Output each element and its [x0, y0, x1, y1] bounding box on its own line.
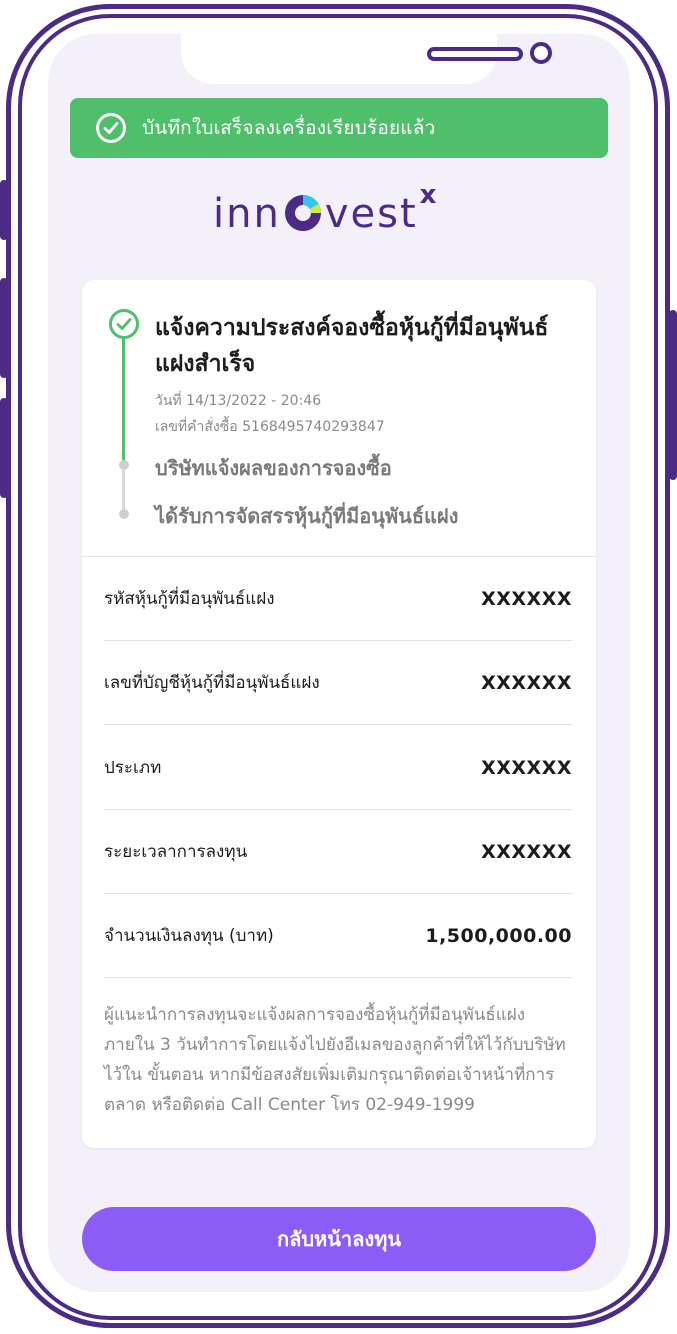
- toast-message: บันทึกใบเสร็จลงเครื่องเรียบร้อยแล้ว: [142, 117, 436, 139]
- order-number: เลขที่คำสั่งซื้อ 5168495740293847: [155, 419, 385, 435]
- detail-row: ประเภท XXXXXX: [104, 726, 572, 810]
- detail-value: XXXXXX: [481, 840, 572, 863]
- timeline-progress-line: [122, 322, 125, 464]
- phone-notch: [181, 34, 552, 84]
- detail-label: รหัสหุ้นกู้ที่มีอนุพันธ์แฝง: [104, 589, 275, 609]
- status-title: แจ้งความประสงค์จองซื้อหุ้นกู้ที่มีอนุพัน…: [155, 315, 549, 377]
- check-circle-icon: [96, 113, 126, 143]
- logo-donut-icon: [284, 195, 321, 231]
- detail-value: XXXXXX: [481, 587, 572, 610]
- detail-label: ระยะเวลาการลงทุน: [104, 842, 248, 862]
- detail-value: XXXXXX: [481, 756, 572, 779]
- status-timeline: แจ้งความประสงค์จองซื้อหุ้นกู้ที่มีอนุพัน…: [82, 280, 596, 556]
- timeline-dot-icon: [119, 460, 129, 470]
- speaker-icon: [427, 47, 523, 61]
- order-summary-card: แจ้งความประสงค์จองซื้อหุ้นกู้ที่มีอนุพัน…: [82, 280, 596, 1148]
- timeline-step-allocation: ได้รับการจัดสรรหุ้นกู้ที่มีอนุพันธ์แฝง: [155, 504, 459, 528]
- phone-side-button: [669, 310, 677, 480]
- detail-row: จำนวนเงินลงทุน (บาท) 1,500,000.00: [104, 894, 572, 978]
- phone-side-button: [0, 278, 8, 378]
- logo-x-mark: x: [419, 180, 437, 210]
- back-to-invest-button[interactable]: กลับหน้าลงทุน: [82, 1207, 596, 1271]
- detail-label: จำนวนเงินลงทุน (บาท): [104, 926, 274, 946]
- detail-label: เลขที่บัญชีหุ้นกู้ที่มีอนุพันธ์แฝง: [104, 673, 320, 693]
- order-date: วันที่ 14/13/2022 - 20:46: [155, 393, 322, 409]
- detail-value: XXXXXX: [481, 671, 572, 694]
- detail-value: 1,500,000.00: [425, 924, 572, 947]
- phone-side-button: [0, 180, 8, 240]
- innovestx-logo: inn vest x: [213, 180, 436, 237]
- camera-icon: [530, 42, 552, 64]
- logo-text-suffix: vest: [324, 191, 418, 237]
- timeline-step-result: บริษัทแจ้งผลของการจองซื้อ: [155, 456, 392, 480]
- info-note: ผู้แนะนำการลงทุนจะแจ้งผลการจองซื้อหุ้นกู…: [104, 1005, 566, 1115]
- detail-row: เลขที่บัญชีหุ้นกู้ที่มีอนุพันธ์แฝง XXXXX…: [104, 641, 572, 725]
- detail-row: รหัสหุ้นกู้ที่มีอนุพันธ์แฝง XXXXXX: [104, 557, 572, 641]
- phone-side-button: [0, 398, 8, 498]
- check-circle-icon: [109, 309, 139, 339]
- detail-label: ประเภท: [104, 758, 162, 778]
- success-toast: บันทึกใบเสร็จลงเครื่องเรียบร้อยแล้ว: [70, 98, 608, 158]
- screen: บันทึกใบเสร็จลงเครื่องเรียบร้อยแล้ว inn …: [48, 34, 630, 1292]
- logo-text-prefix: inn: [213, 191, 281, 237]
- detail-row: ระยะเวลาการลงทุน XXXXXX: [104, 810, 572, 894]
- timeline-dot-icon: [119, 509, 129, 519]
